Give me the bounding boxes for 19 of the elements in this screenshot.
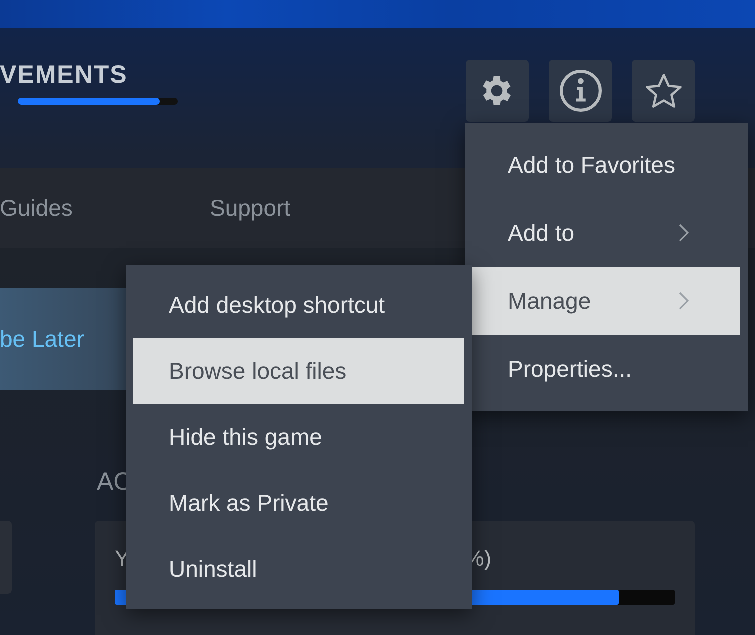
menu-item[interactable]: Uninstall: [133, 536, 464, 602]
menu-item[interactable]: Add desktop shortcut: [133, 272, 464, 338]
settings-button[interactable]: [466, 60, 529, 122]
menu-item[interactable]: Hide this game: [133, 404, 464, 470]
menu-item[interactable]: Add to: [472, 199, 740, 267]
menu-item[interactable]: Manage: [472, 267, 740, 335]
action-link[interactable]: be Later: [0, 326, 84, 352]
menu-item[interactable]: Browse local files: [133, 338, 464, 404]
tab[interactable]: Guides: [0, 194, 73, 222]
tab[interactable]: Support: [210, 194, 291, 222]
menu-item[interactable]: Mark as Private: [133, 470, 464, 536]
section-title: VEMENTS: [0, 60, 129, 90]
star-icon: [646, 74, 682, 108]
favorite-button[interactable]: [632, 60, 695, 122]
menu-item[interactable]: Properties...: [472, 335, 740, 403]
menu-item[interactable]: Add to Favorites: [472, 131, 740, 199]
info-button[interactable]: [549, 60, 612, 122]
settings-icon: [482, 76, 512, 106]
info-icon: [560, 70, 602, 112]
